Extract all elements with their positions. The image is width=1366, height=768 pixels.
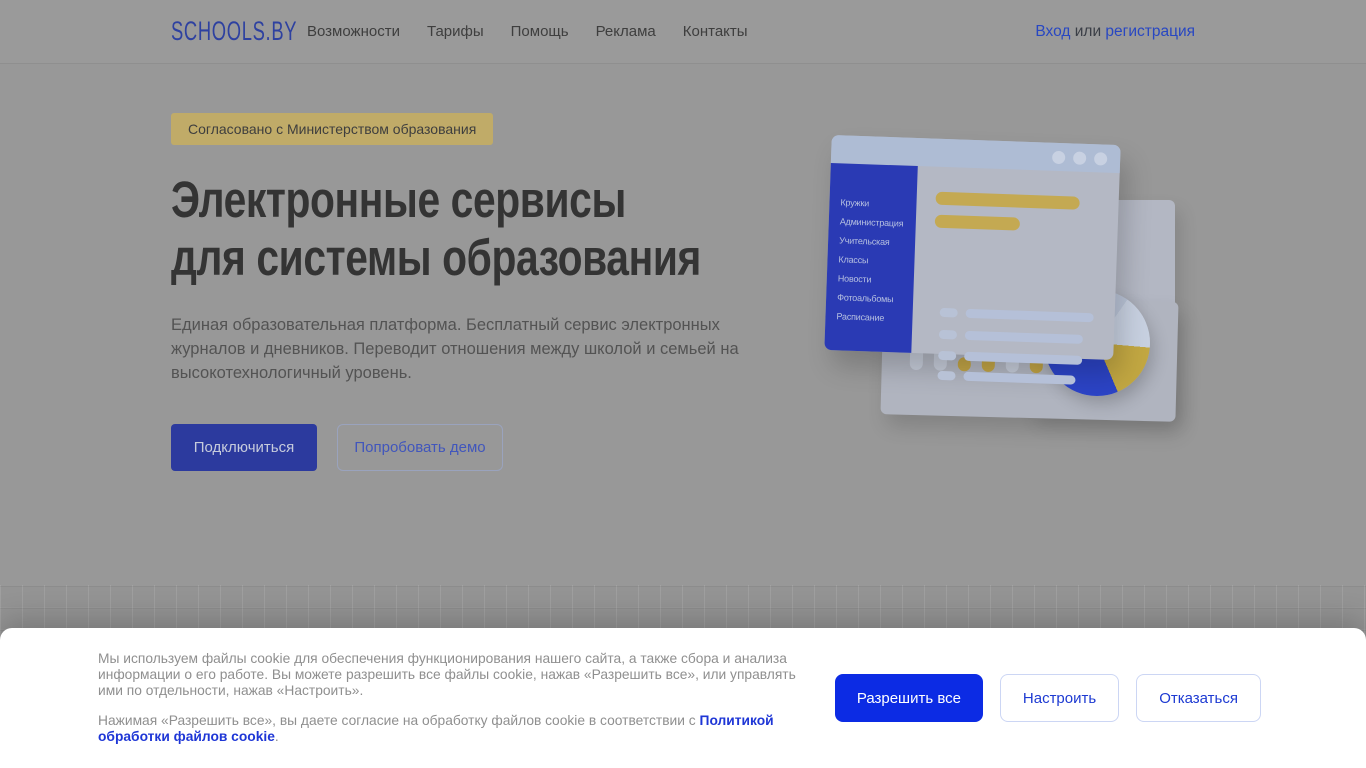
schoolsby-logo[interactable]: SCHOOLS.BY bbox=[171, 16, 297, 47]
yellow-bar bbox=[934, 214, 1021, 231]
sidebar-item-teachers: Учительская bbox=[838, 235, 890, 248]
auth-separator: или bbox=[1070, 22, 1106, 40]
top-navigation: SCHOOLS.BY Возможности Тарифы Помощь Рек… bbox=[0, 0, 1366, 64]
nav-item-features[interactable]: Возможности bbox=[307, 23, 400, 40]
front-window-card: Кружки Администрация Учительская Классы … bbox=[824, 135, 1121, 385]
cookie-buttons: Разрешить все Настроить Отказаться bbox=[834, 674, 1261, 722]
decline-button[interactable]: Отказаться bbox=[1136, 674, 1261, 722]
allow-all-button[interactable]: Разрешить все bbox=[834, 674, 983, 722]
sidebar-item-classes: Классы bbox=[838, 254, 869, 266]
nav-item-contacts[interactable]: Контакты bbox=[683, 23, 748, 40]
cookie-paragraph-1: Мы используем файлы cookie для обеспечен… bbox=[98, 650, 796, 699]
yellow-bar bbox=[935, 191, 1080, 210]
hero-section: Согласовано с Министерством образования … bbox=[0, 65, 1366, 585]
cookie-consent-text: Мы используем файлы cookie для обеспечен… bbox=[98, 651, 820, 745]
nav-item-help[interactable]: Помощь bbox=[511, 23, 569, 40]
connect-button[interactable]: Подключиться bbox=[171, 424, 317, 471]
register-link[interactable]: регистрация bbox=[1105, 23, 1195, 40]
auth-links: Вход или регистрация bbox=[1035, 23, 1195, 41]
try-demo-button[interactable]: Попробовать демо bbox=[337, 424, 503, 471]
main-nav: Возможности Тарифы Помощь Реклама Контак… bbox=[307, 23, 748, 40]
ministry-approved-badge: Согласовано с Министерством образования bbox=[171, 113, 494, 145]
configure-button[interactable]: Настроить bbox=[999, 674, 1120, 722]
login-link[interactable]: Вход bbox=[1035, 23, 1070, 40]
window-dots-icon bbox=[1051, 150, 1108, 166]
nav-item-ads[interactable]: Реклама bbox=[596, 23, 656, 40]
nav-item-tariffs[interactable]: Тарифы bbox=[427, 23, 484, 40]
illustration-sidebar: Кружки Администрация Учительская Классы … bbox=[824, 163, 918, 353]
hero-description: Единая образовательная платформа. Беспла… bbox=[171, 316, 739, 382]
window-content bbox=[928, 189, 1105, 385]
cookie-paragraph-2: Нажимая «Разрешить все», вы даете соглас… bbox=[98, 712, 774, 744]
sidebar-item-schedule: Расписание bbox=[836, 311, 885, 323]
hero-illustration: Кружки Администрация Учительская Классы … bbox=[824, 135, 1206, 520]
cookie-consent-banner: Мы используем файлы cookie для обеспечен… bbox=[0, 628, 1366, 768]
